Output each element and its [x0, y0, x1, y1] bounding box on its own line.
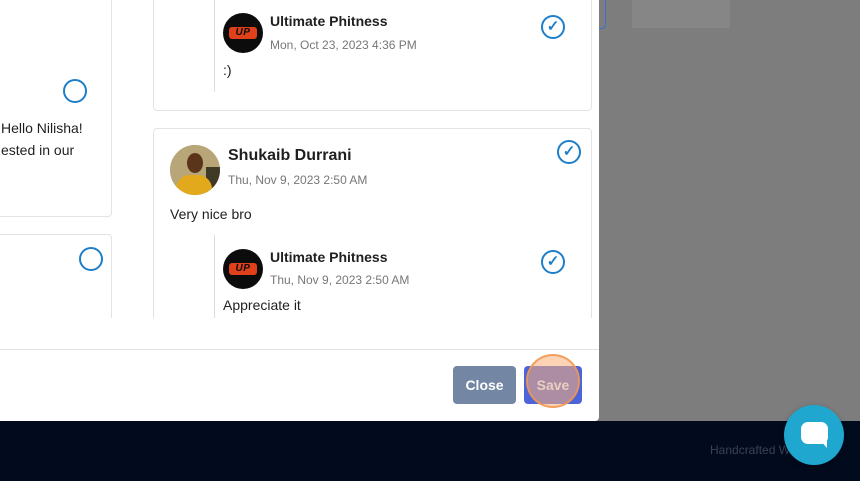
footer-divider [0, 349, 599, 350]
reply-indent-line [214, 235, 215, 318]
checked-circle-icon[interactable]: ✓ [557, 140, 581, 164]
checked-circle-icon[interactable]: ✓ [541, 250, 565, 274]
reply-date: Mon, Oct 23, 2023 4:36 PM [270, 38, 417, 52]
close-button[interactable]: Close [453, 366, 516, 404]
comment-date: Thu, Nov 9, 2023 2:50 AM [228, 173, 368, 187]
ultimate-phitness-logo-icon: UP [229, 263, 257, 275]
avatar: UP [223, 13, 263, 53]
save-button-label: Save [536, 377, 570, 393]
reply-author: Ultimate Phitness [270, 249, 388, 265]
reply-date: Thu, Nov 9, 2023 2:50 AM [270, 273, 410, 287]
modal-body[interactable]: Hello Nilisha! ested in our UP Ultimate … [0, 0, 599, 318]
comment-card: Hello Nilisha! ested in our [0, 0, 112, 217]
comment-thread-card: UP Ultimate Phitness Mon, Oct 23, 2023 4… [153, 0, 592, 111]
comment-author: Shukaib Durrani [228, 147, 352, 164]
comment-text: ested in our [1, 142, 75, 158]
reply-indent-line [214, 0, 215, 92]
reply-text: Appreciate it [223, 297, 301, 313]
comment-text: Very nice bro [170, 206, 252, 222]
comments-modal: Hello Nilisha! ested in our UP Ultimate … [0, 0, 599, 421]
checked-circle-icon[interactable]: ✓ [541, 15, 565, 39]
chat-bubble-tail [818, 438, 827, 448]
avatar [170, 145, 220, 195]
ultimate-phitness-logo-icon: UP [229, 27, 257, 39]
footer-text: Handcrafted W [710, 443, 791, 457]
background-card [632, 0, 730, 28]
unchecked-circle-icon[interactable] [63, 79, 87, 103]
comment-text: Hello Nilisha! [1, 120, 83, 136]
reply-author: Ultimate Phitness [270, 13, 388, 29]
reply-text: :) [223, 62, 232, 78]
avatar: UP [223, 249, 263, 289]
comment-card [0, 234, 112, 318]
chat-widget-button[interactable] [784, 405, 844, 465]
unchecked-circle-icon[interactable] [79, 247, 103, 271]
comment-thread-card: Shukaib Durrani Thu, Nov 9, 2023 2:50 AM… [153, 128, 592, 318]
